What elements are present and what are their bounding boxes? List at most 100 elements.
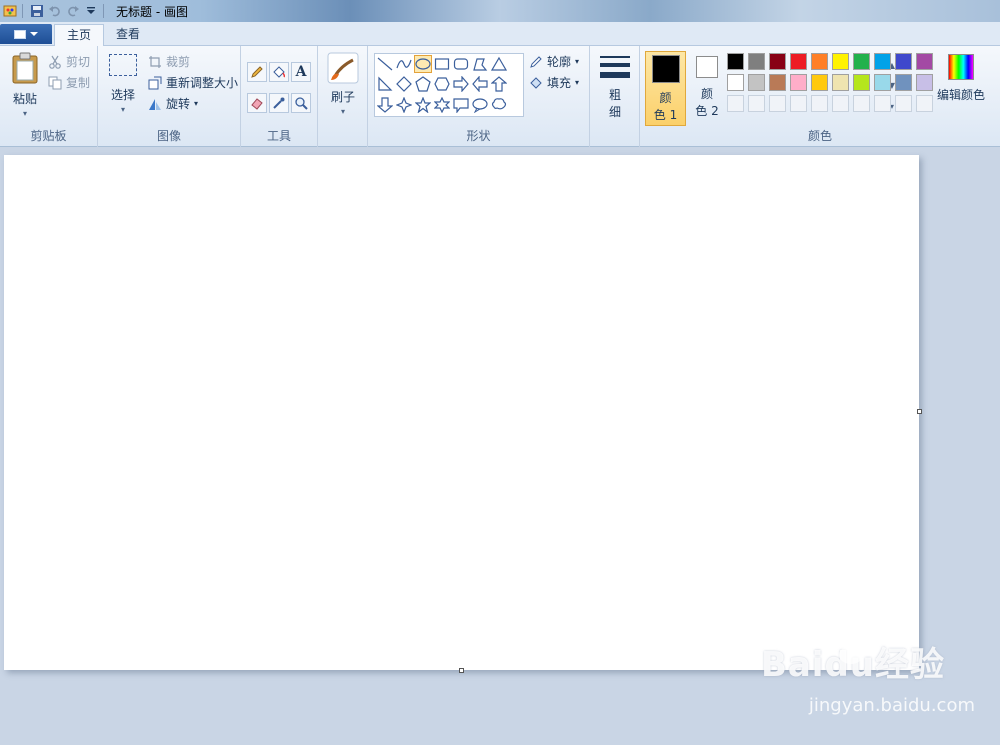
rotate-button[interactable]: 旋转 ▾ xyxy=(148,95,198,112)
rect-callout-shape-icon[interactable] xyxy=(452,96,470,114)
palette-custom-slot[interactable] xyxy=(874,95,891,112)
down-arrow-shape-icon[interactable] xyxy=(376,96,394,114)
brushes-button[interactable]: 刷子 ▾ xyxy=(326,52,360,122)
palette-swatch[interactable] xyxy=(874,53,891,70)
redo-icon[interactable] xyxy=(65,3,81,19)
tools-group: A 工具 xyxy=(241,46,318,147)
up-arrow-shape-icon[interactable] xyxy=(490,75,508,93)
outline-label: 轮廓 xyxy=(547,55,572,69)
color-picker-button[interactable] xyxy=(269,93,289,113)
pentagon-shape-icon[interactable] xyxy=(414,75,432,93)
palette-swatch[interactable] xyxy=(874,74,891,91)
paw-icon xyxy=(829,629,872,664)
palette-swatch[interactable] xyxy=(895,53,912,70)
fill-button[interactable] xyxy=(269,62,289,82)
five-point-star-shape-icon[interactable] xyxy=(414,96,432,114)
paste-button[interactable]: 粘贴 ▾ xyxy=(8,52,42,122)
select-button[interactable]: 选择 ▾ xyxy=(106,54,140,124)
rounded-rectangle-shape-icon[interactable] xyxy=(452,55,470,73)
palette-swatch[interactable] xyxy=(748,53,765,70)
outline-icon xyxy=(530,55,542,68)
color-1-button[interactable]: 颜 色 1 xyxy=(645,51,686,126)
palette-swatch[interactable] xyxy=(727,53,744,70)
resize-handle-bottom[interactable] xyxy=(459,668,464,673)
left-arrow-shape-icon[interactable] xyxy=(471,75,489,93)
color-2-button[interactable]: 颜 色 2 xyxy=(689,54,725,129)
palette-custom-slot[interactable] xyxy=(811,95,828,112)
paint-app-icon[interactable] xyxy=(2,3,18,19)
color-1-swatch xyxy=(651,55,680,83)
palette-swatch[interactable] xyxy=(916,74,933,91)
copy-button[interactable]: 复制 xyxy=(48,74,90,91)
customize-toolbar-icon[interactable] xyxy=(83,3,99,19)
rectangle-shape-icon[interactable] xyxy=(433,55,451,73)
outline-button[interactable]: 轮廓 ▾ xyxy=(529,53,579,70)
text-button[interactable]: A xyxy=(291,62,311,82)
palette-swatch[interactable] xyxy=(811,53,828,70)
eraser-icon xyxy=(251,98,263,110)
hexagon-shape-icon[interactable] xyxy=(433,75,451,93)
palette-swatch[interactable] xyxy=(790,74,807,91)
resize-handle-right[interactable] xyxy=(917,409,922,414)
palette-swatch[interactable] xyxy=(853,53,870,70)
polygon-shape-icon[interactable] xyxy=(471,55,489,73)
curve-shape-icon[interactable] xyxy=(395,55,413,73)
resize-button[interactable]: 重新调整大小 xyxy=(148,74,238,91)
four-point-star-shape-icon[interactable] xyxy=(395,96,413,114)
image-group: 选择 ▾ 裁剪 重新调整大小 旋转 ▾ 图像 xyxy=(98,46,241,147)
palette-custom-slot[interactable] xyxy=(790,95,807,112)
save-icon[interactable] xyxy=(29,3,45,19)
magnifier-button[interactable] xyxy=(291,93,311,113)
edit-colors-button[interactable]: 编辑颜色 xyxy=(937,54,985,103)
oval-callout-shape-icon[interactable] xyxy=(471,96,489,114)
paint-bucket-icon xyxy=(273,66,286,78)
copy-label: 复制 xyxy=(66,76,91,90)
palette-custom-slot[interactable] xyxy=(769,95,786,112)
palette-swatch[interactable] xyxy=(769,53,786,70)
palette-swatch[interactable] xyxy=(748,74,765,91)
fill-label: 填充 xyxy=(547,76,572,90)
palette-custom-slot[interactable] xyxy=(895,95,912,112)
palette-swatch[interactable] xyxy=(853,74,870,91)
pencil-button[interactable] xyxy=(247,62,267,82)
image-group-label: 图像 xyxy=(156,129,181,143)
size-button[interactable]: 粗 细 xyxy=(598,54,632,124)
oval-shape-icon[interactable] xyxy=(414,55,432,73)
palette-swatch[interactable] xyxy=(727,74,744,91)
eraser-button[interactable] xyxy=(247,93,267,113)
triangle-shape-icon[interactable] xyxy=(490,55,508,73)
diamond-shape-icon[interactable] xyxy=(395,75,413,93)
document-icon xyxy=(14,29,26,39)
divider xyxy=(22,4,23,18)
palette-swatch[interactable] xyxy=(832,74,849,91)
palette-swatch[interactable] xyxy=(811,74,828,91)
palette-swatch[interactable] xyxy=(916,53,933,70)
right-arrow-shape-icon[interactable] xyxy=(452,75,470,93)
cut-button[interactable]: 剪切 xyxy=(48,53,90,70)
title-bar: 无标题 - 画图 xyxy=(0,0,1000,22)
right-triangle-shape-icon[interactable] xyxy=(376,75,394,93)
palette-swatch[interactable] xyxy=(895,74,912,91)
palette-swatch[interactable] xyxy=(832,53,849,70)
palette-custom-slot[interactable] xyxy=(727,95,744,112)
color-2-label-line2: 色 2 xyxy=(695,104,719,118)
fill-style-button[interactable]: 填充 ▾ xyxy=(529,74,579,91)
cloud-callout-shape-icon[interactable] xyxy=(490,96,508,114)
tab-view[interactable]: 查看 xyxy=(104,24,152,46)
six-point-star-shape-icon[interactable] xyxy=(433,96,451,114)
size-label-thick: 粗 xyxy=(608,88,621,102)
tab-home[interactable]: 主页 xyxy=(54,24,105,46)
chevron-down-icon: ▾ xyxy=(22,109,27,118)
palette-custom-slot[interactable] xyxy=(748,95,765,112)
line-shape-icon[interactable] xyxy=(376,55,394,73)
palette-custom-slot[interactable] xyxy=(853,95,870,112)
undo-icon[interactable] xyxy=(47,3,63,19)
ribbon: 粘贴 ▾ 剪切 复制 剪贴板 选择 ▾ 裁剪 重新调整大小 旋转 ▾ 图像 A … xyxy=(0,46,1000,147)
drawing-canvas[interactable] xyxy=(4,155,919,670)
palette-swatch[interactable] xyxy=(790,53,807,70)
paint-menu-button[interactable] xyxy=(0,24,52,44)
crop-button[interactable]: 裁剪 xyxy=(148,53,190,70)
palette-custom-slot[interactable] xyxy=(916,95,933,112)
palette-custom-slot[interactable] xyxy=(832,95,849,112)
palette-swatch[interactable] xyxy=(769,74,786,91)
